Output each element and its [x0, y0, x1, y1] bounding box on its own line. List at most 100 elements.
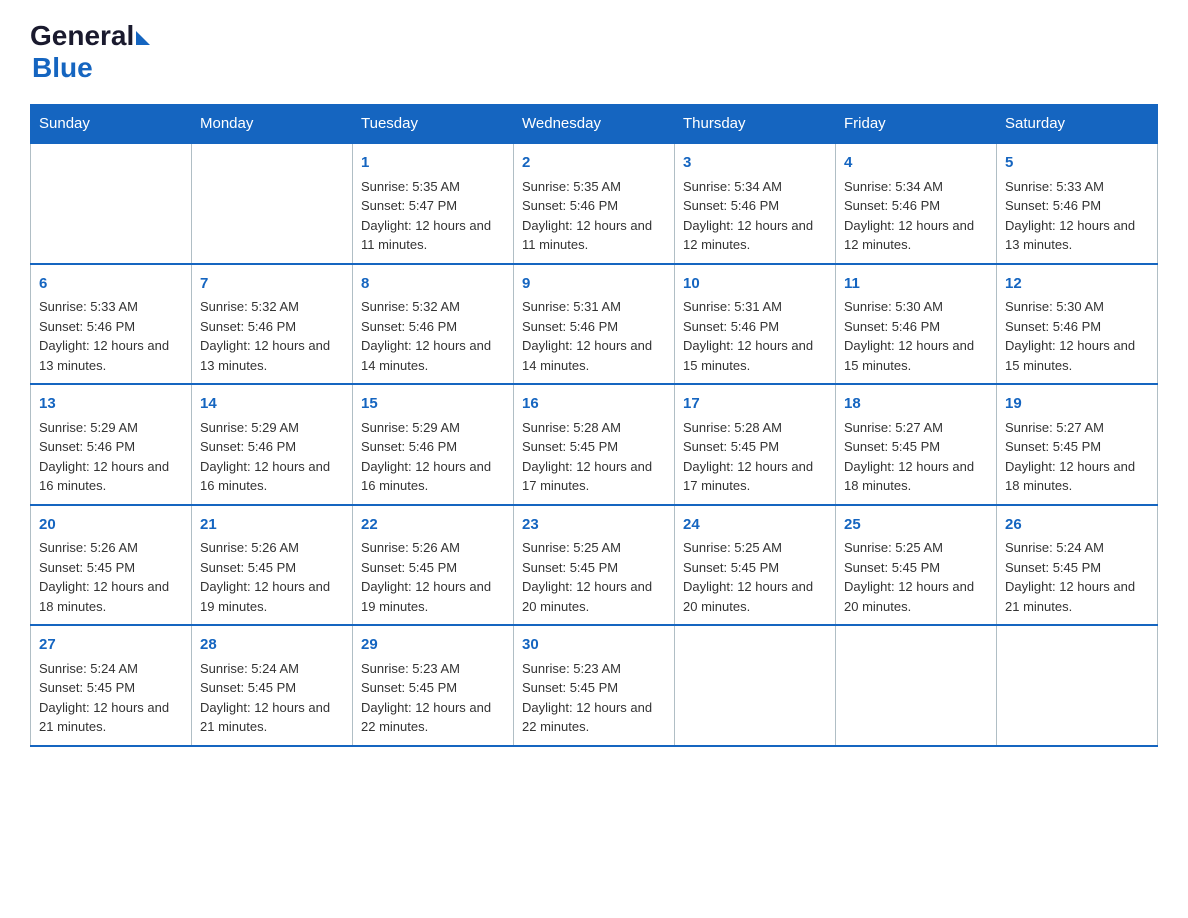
logo: General Blue [30, 20, 150, 84]
day-number: 22 [361, 514, 505, 537]
day-info: Sunrise: 5:24 AMSunset: 5:45 PMDaylight:… [1005, 538, 1149, 616]
day-number: 28 [200, 634, 344, 657]
calendar-cell: 27Sunrise: 5:24 AMSunset: 5:45 PMDayligh… [31, 625, 192, 746]
weekday-header-sunday: Sunday [31, 105, 192, 144]
calendar-cell: 12Sunrise: 5:30 AMSunset: 5:46 PMDayligh… [997, 264, 1158, 385]
day-info: Sunrise: 5:29 AMSunset: 5:46 PMDaylight:… [200, 418, 344, 496]
calendar-cell [675, 625, 836, 746]
calendar-cell: 20Sunrise: 5:26 AMSunset: 5:45 PMDayligh… [31, 505, 192, 626]
day-number: 12 [1005, 273, 1149, 296]
weekday-header-monday: Monday [192, 105, 353, 144]
day-number: 29 [361, 634, 505, 657]
day-info: Sunrise: 5:24 AMSunset: 5:45 PMDaylight:… [39, 659, 183, 737]
day-info: Sunrise: 5:33 AMSunset: 5:46 PMDaylight:… [1005, 177, 1149, 255]
day-info: Sunrise: 5:26 AMSunset: 5:45 PMDaylight:… [200, 538, 344, 616]
calendar-cell: 10Sunrise: 5:31 AMSunset: 5:46 PMDayligh… [675, 264, 836, 385]
calendar-week-row: 13Sunrise: 5:29 AMSunset: 5:46 PMDayligh… [31, 384, 1158, 505]
day-info: Sunrise: 5:30 AMSunset: 5:46 PMDaylight:… [1005, 297, 1149, 375]
day-number: 13 [39, 393, 183, 416]
calendar-cell: 19Sunrise: 5:27 AMSunset: 5:45 PMDayligh… [997, 384, 1158, 505]
calendar-cell: 3Sunrise: 5:34 AMSunset: 5:46 PMDaylight… [675, 143, 836, 264]
weekday-header-friday: Friday [836, 105, 997, 144]
day-info: Sunrise: 5:31 AMSunset: 5:46 PMDaylight:… [522, 297, 666, 375]
calendar-cell: 9Sunrise: 5:31 AMSunset: 5:46 PMDaylight… [514, 264, 675, 385]
day-info: Sunrise: 5:23 AMSunset: 5:45 PMDaylight:… [361, 659, 505, 737]
calendar-cell: 24Sunrise: 5:25 AMSunset: 5:45 PMDayligh… [675, 505, 836, 626]
calendar-cell: 28Sunrise: 5:24 AMSunset: 5:45 PMDayligh… [192, 625, 353, 746]
calendar-cell: 8Sunrise: 5:32 AMSunset: 5:46 PMDaylight… [353, 264, 514, 385]
calendar-cell: 2Sunrise: 5:35 AMSunset: 5:46 PMDaylight… [514, 143, 675, 264]
day-number: 27 [39, 634, 183, 657]
day-number: 1 [361, 152, 505, 175]
day-info: Sunrise: 5:34 AMSunset: 5:46 PMDaylight:… [844, 177, 988, 255]
day-number: 14 [200, 393, 344, 416]
day-info: Sunrise: 5:25 AMSunset: 5:45 PMDaylight:… [844, 538, 988, 616]
calendar-cell: 17Sunrise: 5:28 AMSunset: 5:45 PMDayligh… [675, 384, 836, 505]
calendar-header-row: SundayMondayTuesdayWednesdayThursdayFrid… [31, 105, 1158, 144]
calendar-cell: 25Sunrise: 5:25 AMSunset: 5:45 PMDayligh… [836, 505, 997, 626]
calendar-cell: 26Sunrise: 5:24 AMSunset: 5:45 PMDayligh… [997, 505, 1158, 626]
day-info: Sunrise: 5:26 AMSunset: 5:45 PMDaylight:… [361, 538, 505, 616]
day-number: 3 [683, 152, 827, 175]
day-info: Sunrise: 5:28 AMSunset: 5:45 PMDaylight:… [522, 418, 666, 496]
calendar-cell: 18Sunrise: 5:27 AMSunset: 5:45 PMDayligh… [836, 384, 997, 505]
calendar-cell [997, 625, 1158, 746]
weekday-header-wednesday: Wednesday [514, 105, 675, 144]
day-info: Sunrise: 5:35 AMSunset: 5:46 PMDaylight:… [522, 177, 666, 255]
day-number: 30 [522, 634, 666, 657]
calendar-cell: 11Sunrise: 5:30 AMSunset: 5:46 PMDayligh… [836, 264, 997, 385]
day-number: 17 [683, 393, 827, 416]
day-info: Sunrise: 5:28 AMSunset: 5:45 PMDaylight:… [683, 418, 827, 496]
day-info: Sunrise: 5:26 AMSunset: 5:45 PMDaylight:… [39, 538, 183, 616]
day-number: 25 [844, 514, 988, 537]
day-number: 19 [1005, 393, 1149, 416]
day-info: Sunrise: 5:27 AMSunset: 5:45 PMDaylight:… [1005, 418, 1149, 496]
weekday-header-tuesday: Tuesday [353, 105, 514, 144]
calendar-cell: 29Sunrise: 5:23 AMSunset: 5:45 PMDayligh… [353, 625, 514, 746]
logo-blue-text: Blue [32, 52, 93, 84]
calendar-week-row: 1Sunrise: 5:35 AMSunset: 5:47 PMDaylight… [31, 143, 1158, 264]
day-info: Sunrise: 5:32 AMSunset: 5:46 PMDaylight:… [200, 297, 344, 375]
calendar-week-row: 27Sunrise: 5:24 AMSunset: 5:45 PMDayligh… [31, 625, 1158, 746]
day-info: Sunrise: 5:25 AMSunset: 5:45 PMDaylight:… [522, 538, 666, 616]
calendar-cell: 21Sunrise: 5:26 AMSunset: 5:45 PMDayligh… [192, 505, 353, 626]
calendar-week-row: 6Sunrise: 5:33 AMSunset: 5:46 PMDaylight… [31, 264, 1158, 385]
day-info: Sunrise: 5:24 AMSunset: 5:45 PMDaylight:… [200, 659, 344, 737]
day-info: Sunrise: 5:25 AMSunset: 5:45 PMDaylight:… [683, 538, 827, 616]
day-number: 8 [361, 273, 505, 296]
day-number: 7 [200, 273, 344, 296]
day-info: Sunrise: 5:29 AMSunset: 5:46 PMDaylight:… [361, 418, 505, 496]
day-info: Sunrise: 5:23 AMSunset: 5:45 PMDaylight:… [522, 659, 666, 737]
day-info: Sunrise: 5:33 AMSunset: 5:46 PMDaylight:… [39, 297, 183, 375]
calendar-cell: 15Sunrise: 5:29 AMSunset: 5:46 PMDayligh… [353, 384, 514, 505]
day-info: Sunrise: 5:27 AMSunset: 5:45 PMDaylight:… [844, 418, 988, 496]
calendar-cell: 14Sunrise: 5:29 AMSunset: 5:46 PMDayligh… [192, 384, 353, 505]
weekday-header-saturday: Saturday [997, 105, 1158, 144]
calendar-cell: 16Sunrise: 5:28 AMSunset: 5:45 PMDayligh… [514, 384, 675, 505]
day-number: 21 [200, 514, 344, 537]
calendar-cell: 23Sunrise: 5:25 AMSunset: 5:45 PMDayligh… [514, 505, 675, 626]
calendar-cell: 13Sunrise: 5:29 AMSunset: 5:46 PMDayligh… [31, 384, 192, 505]
day-number: 4 [844, 152, 988, 175]
day-info: Sunrise: 5:30 AMSunset: 5:46 PMDaylight:… [844, 297, 988, 375]
day-number: 15 [361, 393, 505, 416]
calendar-cell: 22Sunrise: 5:26 AMSunset: 5:45 PMDayligh… [353, 505, 514, 626]
calendar-cell: 7Sunrise: 5:32 AMSunset: 5:46 PMDaylight… [192, 264, 353, 385]
logo-general-text: General [30, 20, 134, 52]
calendar-cell: 1Sunrise: 5:35 AMSunset: 5:47 PMDaylight… [353, 143, 514, 264]
day-info: Sunrise: 5:31 AMSunset: 5:46 PMDaylight:… [683, 297, 827, 375]
day-number: 23 [522, 514, 666, 537]
logo-arrow-icon [136, 31, 150, 45]
calendar-cell: 5Sunrise: 5:33 AMSunset: 5:46 PMDaylight… [997, 143, 1158, 264]
calendar-cell: 4Sunrise: 5:34 AMSunset: 5:46 PMDaylight… [836, 143, 997, 264]
calendar-cell [31, 143, 192, 264]
day-number: 2 [522, 152, 666, 175]
day-info: Sunrise: 5:29 AMSunset: 5:46 PMDaylight:… [39, 418, 183, 496]
day-number: 5 [1005, 152, 1149, 175]
weekday-header-thursday: Thursday [675, 105, 836, 144]
calendar-cell: 6Sunrise: 5:33 AMSunset: 5:46 PMDaylight… [31, 264, 192, 385]
day-number: 9 [522, 273, 666, 296]
day-number: 20 [39, 514, 183, 537]
calendar-cell [192, 143, 353, 264]
day-number: 18 [844, 393, 988, 416]
